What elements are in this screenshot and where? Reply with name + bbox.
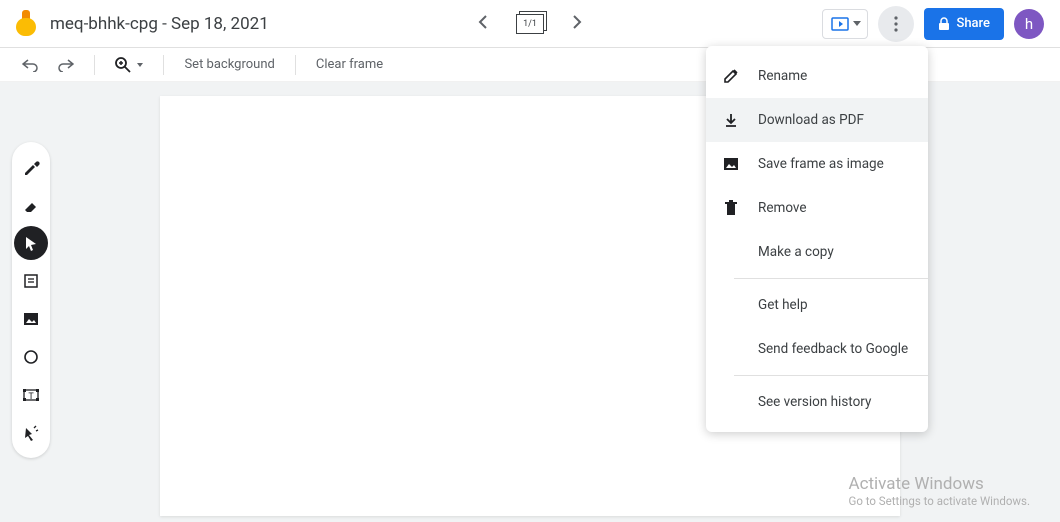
document-title[interactable]: meq-bhhk-cpg - Sep 18, 2021 — [50, 14, 269, 34]
set-background-button[interactable]: Set background — [184, 57, 274, 72]
menu-separator — [734, 278, 928, 279]
menu-label: Send feedback to Google — [758, 341, 908, 357]
redo-button[interactable] — [58, 58, 74, 72]
side-toolbar: T — [12, 142, 50, 458]
eyedropper-tool[interactable] — [14, 150, 48, 184]
jamboard-logo — [16, 10, 36, 38]
menu-label: Rename — [758, 68, 807, 84]
menu-label: Get help — [758, 297, 808, 313]
menu-separator — [734, 375, 928, 376]
menu-remove[interactable]: Remove — [706, 186, 928, 230]
textbox-tool[interactable]: T — [14, 378, 48, 412]
present-icon — [831, 17, 849, 31]
windows-watermark: Activate Windows Go to Settings to activ… — [848, 474, 1030, 508]
divider — [94, 55, 95, 75]
menu-label: Make a copy — [758, 244, 834, 260]
present-button[interactable] — [822, 9, 868, 39]
shape-tool[interactable] — [14, 340, 48, 374]
pointer-tool[interactable] — [14, 226, 48, 260]
next-frame-button[interactable] — [572, 14, 582, 33]
image-icon — [722, 157, 740, 171]
menu-label: Save frame as image — [758, 156, 884, 172]
menu-label: See version history — [758, 394, 871, 410]
menu-save-frame[interactable]: Save frame as image — [706, 142, 928, 186]
more-vert-icon — [894, 16, 898, 32]
image-tool[interactable] — [14, 302, 48, 336]
menu-label: Download as PDF — [758, 112, 864, 128]
clear-frame-button[interactable]: Clear frame — [316, 57, 383, 72]
menu-version-history[interactable]: See version history — [706, 380, 928, 424]
menu-make-copy[interactable]: Make a copy — [706, 230, 928, 274]
eraser-tool[interactable] — [14, 188, 48, 222]
divider — [163, 55, 164, 75]
note-tool[interactable] — [14, 264, 48, 298]
trash-icon — [722, 200, 740, 216]
menu-send-feedback[interactable]: Send feedback to Google — [706, 327, 928, 371]
svg-text:T: T — [28, 392, 34, 402]
app-header: meq-bhhk-cpg - Sep 18, 2021 1/1 Share h — [0, 0, 1060, 48]
dropdown-icon — [853, 21, 861, 26]
menu-get-help[interactable]: Get help — [706, 283, 928, 327]
divider — [295, 55, 296, 75]
undo-button[interactable] — [22, 58, 38, 72]
frame-indicator[interactable]: 1/1 — [516, 14, 544, 34]
more-options-button[interactable] — [878, 6, 914, 42]
download-icon — [722, 112, 740, 128]
more-options-menu: Rename Download as PDF Save frame as ima… — [706, 46, 928, 432]
menu-label: Remove — [758, 200, 807, 216]
account-avatar[interactable]: h — [1014, 9, 1044, 39]
zoom-button[interactable] — [115, 57, 143, 73]
menu-rename[interactable]: Rename — [706, 54, 928, 98]
prev-frame-button[interactable] — [478, 14, 488, 33]
frame-navigator: 1/1 — [478, 14, 582, 34]
edit-icon — [722, 68, 740, 84]
share-label: Share — [956, 16, 990, 31]
share-button[interactable]: Share — [924, 8, 1004, 40]
lock-icon — [938, 17, 950, 31]
laser-tool[interactable] — [14, 416, 48, 450]
menu-download-pdf[interactable]: Download as PDF — [706, 98, 928, 142]
